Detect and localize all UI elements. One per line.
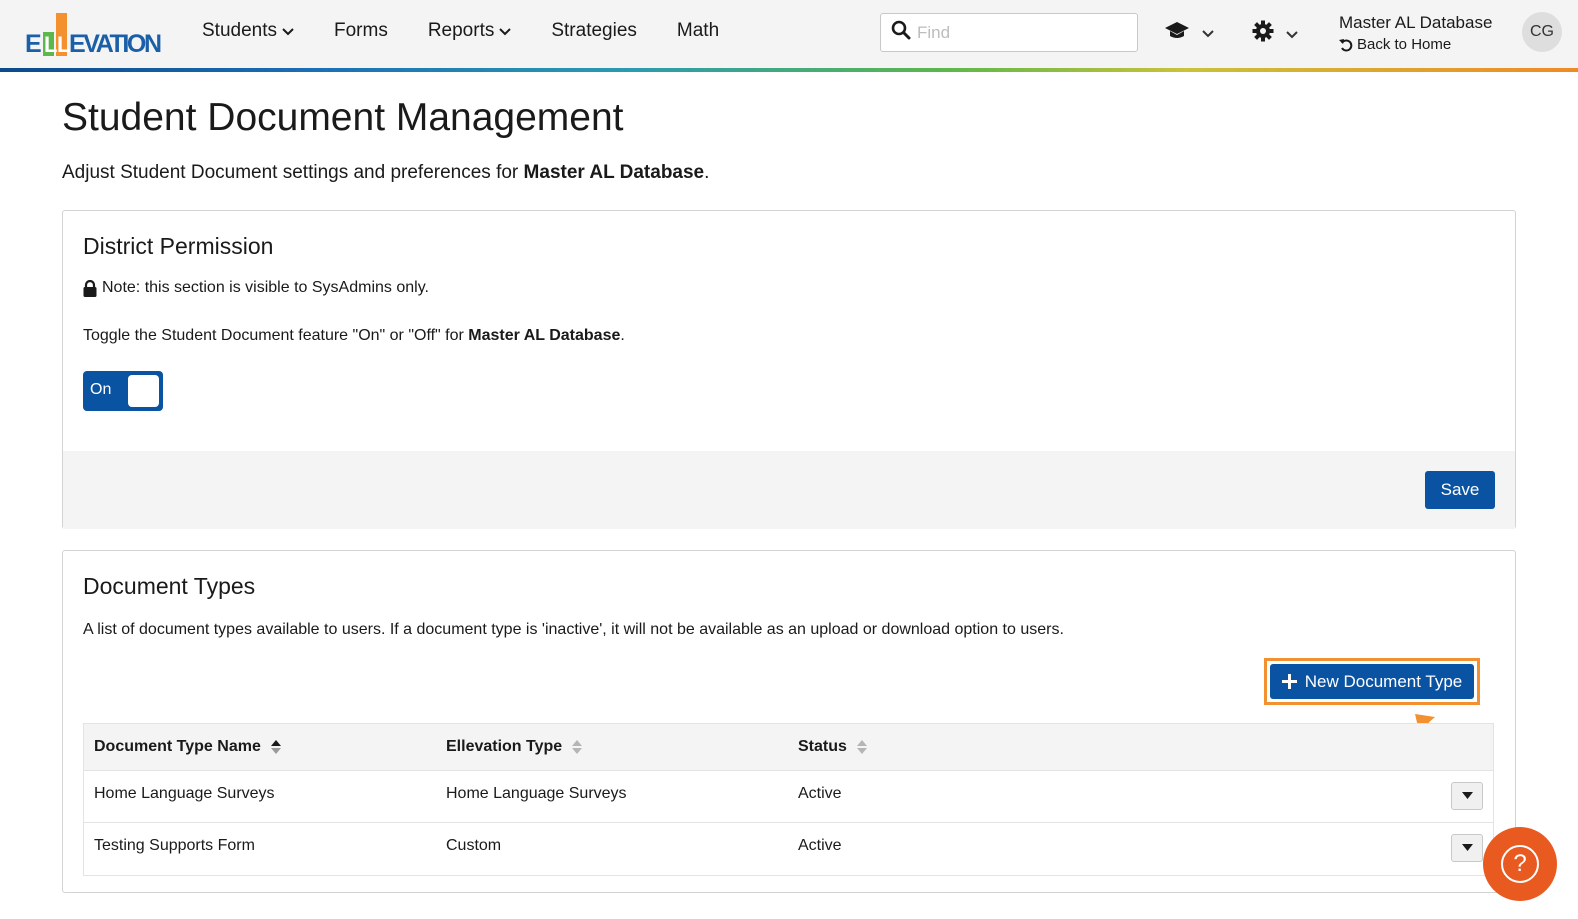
district-permission-footer: Save [63,451,1515,529]
graduation-cap-icon [1164,20,1190,45]
chevron-down-icon [1202,25,1214,41]
column-header-type-label: Ellevation Type [446,738,563,755]
svg-text:EVATION: EVATION [69,30,162,56]
caret-down-icon [1461,842,1473,854]
table-row: Home Language Surveys Home Language Surv… [84,771,1493,823]
search-box[interactable] [880,13,1138,52]
current-database: Master AL Database [1339,13,1493,32]
toggle-instructions-prefix: Toggle the Student Document feature "On"… [83,327,469,344]
page-subtitle: Adjust Student Document settings and pre… [62,162,709,184]
page-title: Student Document Management [62,96,624,139]
cell-type: Custom [446,837,502,854]
search-icon [891,20,911,45]
question-mark-icon: ? [1501,845,1539,883]
svg-text:E: E [25,30,42,56]
school-menu-button[interactable] [1164,20,1214,45]
sort-ascending-icon [270,740,281,754]
toggle-state-label: On [90,381,112,398]
subtitle-prefix: Adjust Student Document settings and pre… [62,162,524,183]
save-button[interactable]: Save [1425,471,1495,509]
document-types-title: Document Types [83,573,256,599]
row-actions-button[interactable] [1451,834,1483,862]
nav-students-label: Students [202,20,277,41]
sort-icon [572,740,583,754]
lock-icon [83,279,97,297]
nav-reports-label: Reports [427,20,495,41]
sysadmin-note: Note: this section is visible to SysAdmi… [83,279,429,297]
ellevation-logo[interactable]: E L L EVATION [25,10,165,56]
new-document-type-button[interactable]: New Document Type [1270,664,1474,699]
new-document-type-label: New Document Type [1304,671,1463,691]
nav-students[interactable]: Students [202,20,294,42]
district-permission-title: District Permission [83,233,274,259]
logo-mark: E L L EVATION [25,13,162,56]
table-header: Document Type Name Ellevation Type Statu… [84,724,1493,771]
sort-icon [856,740,867,754]
column-header-status-label: Status [798,738,847,755]
subtitle-suffix: . [704,162,710,183]
cell-name: Home Language Surveys [94,785,275,802]
avatar[interactable]: CG [1522,12,1562,52]
cell-status: Active [798,837,842,854]
row-actions-button[interactable] [1451,782,1483,810]
table-row: Testing Supports Form Custom Active [84,823,1493,875]
cell-name: Testing Supports Form [94,837,255,854]
nav-strategies[interactable]: Strategies [551,20,637,42]
nav-forms-label: Forms [334,20,388,41]
toggle-instructions-database: Master AL Database [468,327,621,344]
svg-text:L: L [44,32,57,56]
nav-forms[interactable]: Forms [334,20,388,42]
cell-status: Active [798,785,842,802]
top-navbar: E L L EVATION Students Forms Reports Str… [0,0,1578,68]
column-header-type[interactable]: Ellevation Type [446,738,583,756]
toggle-knob [128,375,159,407]
subtitle-database: Master AL Database [523,162,705,183]
student-document-toggle[interactable]: On [83,371,163,411]
cell-type: Home Language Surveys [446,785,627,802]
district-permission-card: District Permission Note: this section i… [62,210,1516,529]
help-button[interactable]: ? [1483,827,1557,901]
nav-math-label: Math [676,20,720,41]
plus-icon [1281,669,1297,695]
column-header-status[interactable]: Status [798,738,867,756]
new-document-type-highlight: New Document Type [1264,658,1480,705]
nav-reports[interactable]: Reports [428,20,512,42]
settings-menu-button[interactable] [1252,20,1298,47]
document-types-card: Document Types A list of document types … [62,550,1516,893]
column-header-name[interactable]: Document Type Name [94,738,281,756]
back-to-home-link[interactable]: Back to Home [1339,36,1492,53]
caret-down-icon [1461,790,1473,802]
undo-icon [1339,38,1353,52]
chevron-down-icon [1286,26,1298,42]
document-types-description: A list of document types available to us… [83,621,1064,638]
search-input[interactable] [917,22,1117,43]
main-nav: Students Forms Reports Strategies Math [202,20,759,42]
nav-math[interactable]: Math [677,20,719,42]
user-context: Master AL Database Back to Home [1339,13,1492,53]
column-header-name-label: Document Type Name [94,738,261,755]
document-types-table: Document Type Name Ellevation Type Statu… [83,723,1494,876]
brand-stripe [0,68,1578,72]
back-to-home-label: Back to Home [1357,36,1452,53]
nav-strategies-label: Strategies [551,20,637,41]
chevron-down-icon [499,24,512,39]
toggle-instructions: Toggle the Student Document feature "On"… [83,327,625,345]
chevron-down-icon [282,24,294,39]
toggle-instructions-suffix: . [620,327,625,344]
sysadmin-note-text: Note: this section is visible to SysAdmi… [102,279,429,296]
gear-icon [1252,20,1274,47]
